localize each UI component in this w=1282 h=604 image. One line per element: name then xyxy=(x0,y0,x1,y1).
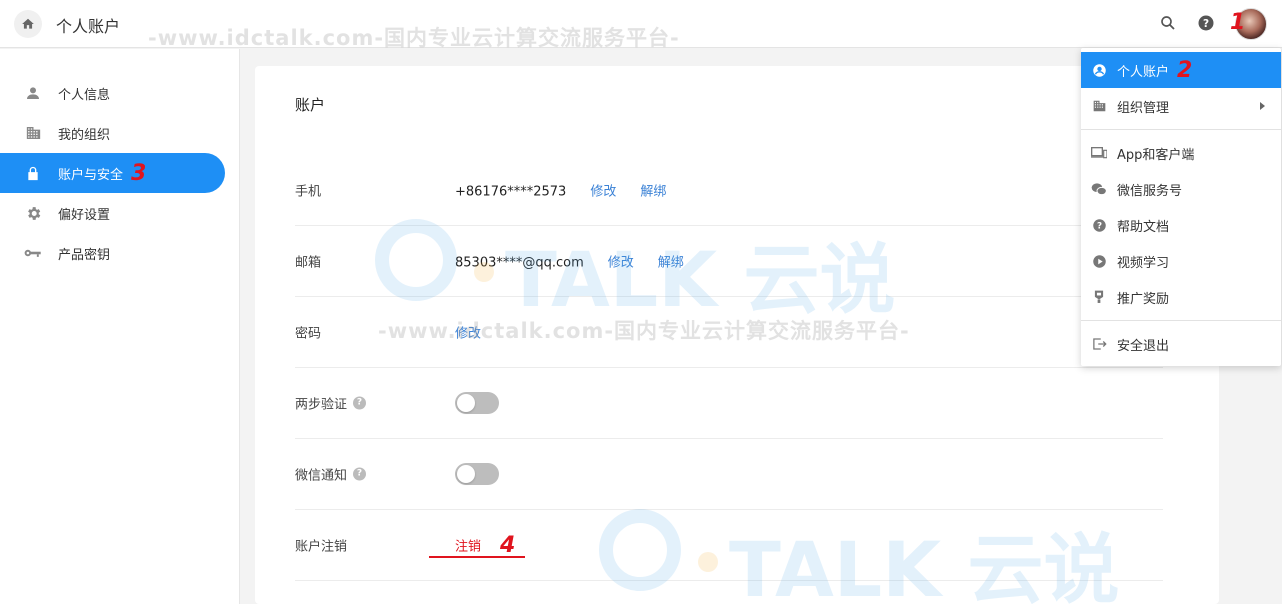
sidebar-item-profile[interactable]: 个人信息 xyxy=(0,73,225,113)
phone-value: +86176****2573 xyxy=(455,184,567,200)
menu-item-app-clients[interactable]: App和客户端 xyxy=(1081,135,1281,171)
account-dropdown-menu: 个人账户 2 组织管理 App和客户端 微信服务号 ? 帮助文档 视频学习 推广… xyxy=(1081,48,1281,366)
menu-item-label: 视频学习 xyxy=(1117,255,1170,271)
sidebar-item-preferences[interactable]: 偏好设置 xyxy=(0,193,225,233)
menu-item-help-docs[interactable]: ? 帮助文档 xyxy=(1081,207,1281,243)
devices-icon xyxy=(1091,145,1107,161)
help-icon[interactable]: ? xyxy=(353,396,367,410)
deactivate-link[interactable]: 注销 xyxy=(455,536,481,555)
user-circle-icon xyxy=(1091,62,1107,78)
section-title: 账户 xyxy=(295,96,326,114)
search-icon xyxy=(1161,16,1175,30)
annotation-3: 3 xyxy=(131,161,147,186)
sidebar-item-organization[interactable]: 我的组织 xyxy=(0,113,225,153)
wechat-notify-toggle[interactable] xyxy=(455,463,499,485)
phone-edit-link[interactable]: 修改 xyxy=(590,185,616,200)
key-icon xyxy=(24,244,42,262)
page-title: 个人账户 xyxy=(56,17,121,36)
toggle-knob xyxy=(457,465,475,483)
chevron-right-icon xyxy=(1260,102,1265,110)
menu-item-label: 帮助文档 xyxy=(1117,219,1170,235)
building-icon xyxy=(24,124,42,142)
help-icon: ? xyxy=(1198,15,1214,31)
annotation-underline xyxy=(429,556,525,558)
menu-item-label: 安全退出 xyxy=(1117,338,1170,354)
menu-item-referral-rewards[interactable]: 推广奖励 xyxy=(1081,279,1281,315)
home-button[interactable] xyxy=(14,10,42,38)
play-icon xyxy=(1091,253,1107,269)
menu-item-label: App和客户端 xyxy=(1117,147,1195,163)
watermark-logo-label: TALK 云说 xyxy=(505,235,896,324)
phone-value-group: +86176****2573 修改 解绑 xyxy=(455,181,666,200)
wechat-notify-row: 微信通知 ? xyxy=(295,439,1163,510)
password-label: 密码 xyxy=(295,326,322,342)
watermark-logo-label: TALK 云说 xyxy=(729,525,1120,604)
building-icon xyxy=(1091,98,1107,114)
trophy-icon xyxy=(1091,289,1107,305)
phone-unbind-link[interactable]: 解绑 xyxy=(640,185,666,200)
help-button[interactable]: ? xyxy=(1195,12,1217,34)
svg-text:?: ? xyxy=(1203,18,1209,30)
wechat-icon xyxy=(1091,181,1107,197)
sidebar-item-label: 我的组织 xyxy=(58,127,111,143)
watermark-text: -www.idctalk.com-国内专业云计算交流服务平台- xyxy=(148,26,680,50)
watermark-logo-mark xyxy=(375,219,494,301)
annotation-2: 2 xyxy=(1177,58,1193,83)
help-icon: ? xyxy=(1091,217,1107,233)
watermark-logo xyxy=(372,218,512,320)
sidebar-item-label: 个人信息 xyxy=(58,87,111,103)
sidebar-item-account-security[interactable]: 账户与安全 3 xyxy=(0,153,225,193)
sidebar-item-label: 偏好设置 xyxy=(58,207,111,223)
sidebar-item-label: 产品密钥 xyxy=(58,247,111,263)
wechat-notify-label: 微信通知 xyxy=(295,468,348,484)
email-label: 邮箱 xyxy=(295,255,322,271)
wechat-notify-label-group: 微信通知 ? xyxy=(295,465,367,484)
logout-icon xyxy=(1091,336,1107,352)
watermark-logo-mark xyxy=(599,509,718,591)
menu-divider xyxy=(1081,129,1281,130)
menu-item-personal-account[interactable]: 个人账户 2 xyxy=(1081,52,1281,88)
toggle-knob xyxy=(457,394,475,412)
sidebar-item-label: 账户与安全 xyxy=(58,167,124,183)
menu-item-label: 组织管理 xyxy=(1117,100,1170,116)
annotation-4: 4 xyxy=(500,533,516,558)
search-button[interactable] xyxy=(1157,12,1179,34)
help-icon[interactable]: ? xyxy=(353,467,367,481)
menu-item-wechat-service[interactable]: 微信服务号 xyxy=(1081,171,1281,207)
two-step-label: 两步验证 xyxy=(295,397,348,413)
menu-item-label: 推广奖励 xyxy=(1117,291,1170,307)
phone-row: 手机 +86176****2573 修改 解绑 xyxy=(295,155,1163,226)
menu-divider xyxy=(1081,320,1281,321)
phone-label: 手机 xyxy=(295,184,322,200)
menu-item-label: 个人账户 xyxy=(1117,64,1170,80)
sidebar-item-product-key[interactable]: 产品密钥 xyxy=(0,233,225,273)
person-icon xyxy=(24,84,42,102)
watermark-logo-text: TALK 云说 xyxy=(505,218,896,328)
menu-item-logout[interactable]: 安全退出 xyxy=(1081,326,1281,362)
menu-item-org-management[interactable]: 组织管理 xyxy=(1081,88,1281,124)
svg-text:?: ? xyxy=(1096,221,1101,231)
sidebar: 个人信息 我的组织 账户与安全 3 偏好设置 产品密钥 xyxy=(0,49,240,604)
two-step-label-group: 两步验证 ? xyxy=(295,394,367,413)
gear-icon xyxy=(24,204,42,222)
deactivate-label: 账户注销 xyxy=(295,539,348,555)
home-icon xyxy=(22,18,34,29)
watermark-logo-text: TALK 云说 xyxy=(729,508,1120,604)
watermark-logo xyxy=(596,508,736,604)
menu-item-video-learning[interactable]: 视频学习 xyxy=(1081,243,1281,279)
annotation-1: 1 xyxy=(1230,10,1246,35)
two-step-toggle[interactable] xyxy=(455,392,499,414)
two-step-row: 两步验证 ? xyxy=(295,368,1163,439)
menu-item-label: 微信服务号 xyxy=(1117,183,1183,199)
lock-icon xyxy=(24,164,42,182)
